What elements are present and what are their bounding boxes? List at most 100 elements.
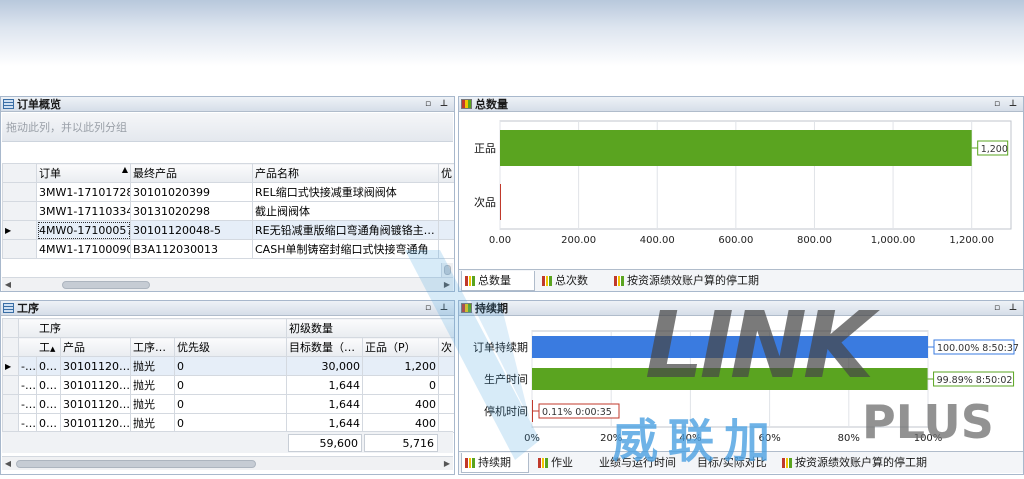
order-horizontal-scroll-thumb[interactable]: [62, 281, 150, 289]
reject-cell[interactable]: [437, 394, 454, 414]
final-product-cell[interactable]: 30101120048-5: [130, 220, 253, 240]
maximize-icon[interactable]: ▫: [991, 98, 1003, 110]
column-header-product[interactable]: 产品: [60, 337, 131, 357]
table-row[interactable]: 3MW1-17101728 30101020399 REL缩口式快接减重球阀阀体: [2, 182, 454, 202]
product-name-cell[interactable]: REL缩口式快接减重球阀阀体: [252, 182, 439, 202]
scroll-left-icon[interactable]: ◀: [2, 278, 14, 291]
order-vertical-scrollbar[interactable]: [441, 263, 453, 277]
maximize-icon[interactable]: ▫: [991, 302, 1003, 314]
reject-cell[interactable]: [437, 413, 454, 433]
operation-cell[interactable]: 抛光: [130, 375, 175, 395]
final-product-cell[interactable]: 30101020399: [130, 182, 253, 202]
priority-cell[interactable]: 0: [174, 375, 287, 395]
priority-cell[interactable]: 0: [174, 356, 287, 376]
total-quantity-chart: 0.00 200.00 400.00 600.00 800.00 1,000.00 1,20…: [460, 113, 1022, 267]
row-indicator-cell: -…: [18, 356, 37, 376]
column-header-op[interactable]: 工▲: [18, 337, 61, 357]
pin-icon[interactable]: ⊥: [438, 302, 450, 314]
column-header-good-qty[interactable]: 正品（P）: [362, 337, 439, 357]
tab-downtime-by-resource[interactable]: 按资源绩效账户算的停工期: [611, 271, 791, 291]
x-tick-label: 1,200.00: [949, 235, 994, 246]
column-header-target-qty[interactable]: 目标数量（…: [286, 337, 363, 357]
table-row-selected[interactable]: ▶ -… 0… 30101120… 抛光 0 30,000 1,200: [2, 356, 454, 376]
priority-cell[interactable]: [438, 182, 454, 202]
group-header-process[interactable]: 工序: [18, 318, 287, 338]
process-horizontal-scroll-thumb[interactable]: [16, 460, 256, 468]
order-cell[interactable]: 3MW1-17110334: [36, 201, 131, 221]
table-row[interactable]: -… 0… 30101120… 抛光 0 1,644 0: [2, 375, 454, 395]
operation-cell[interactable]: 抛光: [130, 413, 175, 433]
product-cell[interactable]: 30101120…: [60, 375, 131, 395]
group-by-area[interactable]: 拖动此列，并以此列分组: [2, 113, 453, 142]
scroll-right-icon[interactable]: ▶: [441, 457, 453, 470]
pin-icon[interactable]: ⊥: [438, 98, 450, 110]
priority-cell[interactable]: 0: [174, 413, 287, 433]
column-header-product-name[interactable]: 产品名称: [252, 163, 439, 183]
op-cell[interactable]: 0…: [36, 375, 61, 395]
table-row[interactable]: -… 0… 30101120… 抛光 0 1,644 400: [2, 394, 454, 414]
order-cell[interactable]: 4MW0-17100057: [36, 220, 131, 240]
maximize-icon[interactable]: ▫: [422, 98, 434, 110]
column-header-priority[interactable]: 优: [438, 163, 454, 183]
tab-total-quantity[interactable]: 总数量: [461, 271, 535, 291]
table-row[interactable]: 4MW1-17100090 B3A112030013 CASH单制铸窑封缩口式快…: [2, 239, 454, 259]
scroll-right-icon[interactable]: ▶: [441, 278, 453, 291]
process-column-header-row: 工▲ 产品 工序… 优先级 目标数量（… 正品（P） 次: [2, 337, 454, 357]
operation-cell[interactable]: 抛光: [130, 394, 175, 414]
grid-icon: [3, 99, 14, 109]
product-cell[interactable]: 30101120…: [60, 413, 131, 433]
tab-duration[interactable]: 持续期: [461, 453, 529, 473]
column-header-operation[interactable]: 工序…: [130, 337, 175, 357]
scroll-left-icon[interactable]: ◀: [2, 457, 14, 470]
pin-icon[interactable]: ⊥: [1007, 98, 1019, 110]
process-group-header-row: 工序 初级数量: [2, 318, 454, 338]
table-row[interactable]: -… 0… 30101120… 抛光 0 1,644 400: [2, 413, 454, 433]
order-cell[interactable]: 3MW1-17101728: [36, 182, 131, 202]
product-name-cell[interactable]: CASH单制铸窑封缩口式快接弯通角: [252, 239, 439, 259]
total-quantity-panel: 总数量 ▫ ⊥ 0.00 200.00 400.00 600.00 800.00 1,00…: [458, 96, 1024, 292]
good-qty-cell[interactable]: 0: [362, 375, 439, 395]
tab-target-vs-actual[interactable]: 目标/实际对比: [689, 453, 775, 473]
priority-cell[interactable]: [438, 201, 454, 221]
reject-cell[interactable]: [437, 375, 454, 395]
process-horizontal-scrollbar[interactable]: ◀ ▶: [2, 456, 453, 470]
order-vertical-scroll-thumb[interactable]: [444, 265, 451, 275]
good-qty-cell[interactable]: 400: [362, 413, 439, 433]
op-cell[interactable]: 0…: [36, 394, 61, 414]
tab-performance-runtime[interactable]: 业绩与运行时间: [591, 453, 685, 473]
table-row[interactable]: 3MW1-17110334 30131020298 截止阀阀体: [2, 201, 454, 221]
target-qty-cell[interactable]: 30,000: [286, 356, 363, 376]
reject-cell[interactable]: [437, 356, 454, 376]
order-cell[interactable]: 4MW1-17100090: [36, 239, 131, 259]
op-cell[interactable]: 0…: [36, 356, 61, 376]
x-tick-label: 400.00: [640, 235, 675, 246]
target-qty-cell[interactable]: 1,644: [286, 394, 363, 414]
product-cell[interactable]: 30101120…: [60, 356, 131, 376]
order-horizontal-scrollbar[interactable]: ◀ ▶: [2, 277, 453, 291]
column-header-final-product[interactable]: 最终产品: [130, 163, 253, 183]
operation-cell[interactable]: 抛光: [130, 356, 175, 376]
table-row-selected[interactable]: ▶ 4MW0-17100057 30101120048-5 RE无铅减重版缩口弯…: [2, 220, 454, 240]
priority-cell[interactable]: [438, 239, 454, 259]
priority-cell[interactable]: [438, 220, 454, 240]
op-cell[interactable]: 0…: [36, 413, 61, 433]
column-header-order[interactable]: 订单 ▲: [36, 163, 131, 183]
maximize-icon[interactable]: ▫: [422, 302, 434, 314]
priority-cell[interactable]: 0: [174, 394, 287, 414]
target-qty-cell[interactable]: 1,644: [286, 375, 363, 395]
tab-downtime-by-resource[interactable]: 按资源绩效账户算的停工期: [779, 453, 957, 473]
product-name-cell[interactable]: RE无铅减重版缩口弯通角阀镀铬主…: [252, 220, 439, 240]
good-qty-cell[interactable]: 1,200: [362, 356, 439, 376]
group-header-primary-qty[interactable]: 初级数量: [285, 318, 454, 338]
product-cell[interactable]: 30101120…: [60, 394, 131, 414]
product-name-cell[interactable]: 截止阀阀体: [252, 201, 439, 221]
final-product-cell[interactable]: B3A112030013: [130, 239, 253, 259]
final-product-cell[interactable]: 30131020298: [130, 201, 253, 221]
column-header-priority[interactable]: 优先级: [174, 337, 287, 357]
tab-jobs[interactable]: 作业: [535, 453, 587, 473]
good-qty-cell[interactable]: 400: [362, 394, 439, 414]
tab-total-count[interactable]: 总次数: [539, 271, 605, 291]
pin-icon[interactable]: ⊥: [1007, 302, 1019, 314]
target-qty-cell[interactable]: 1,644: [286, 413, 363, 433]
column-header-reject[interactable]: 次: [437, 337, 454, 357]
